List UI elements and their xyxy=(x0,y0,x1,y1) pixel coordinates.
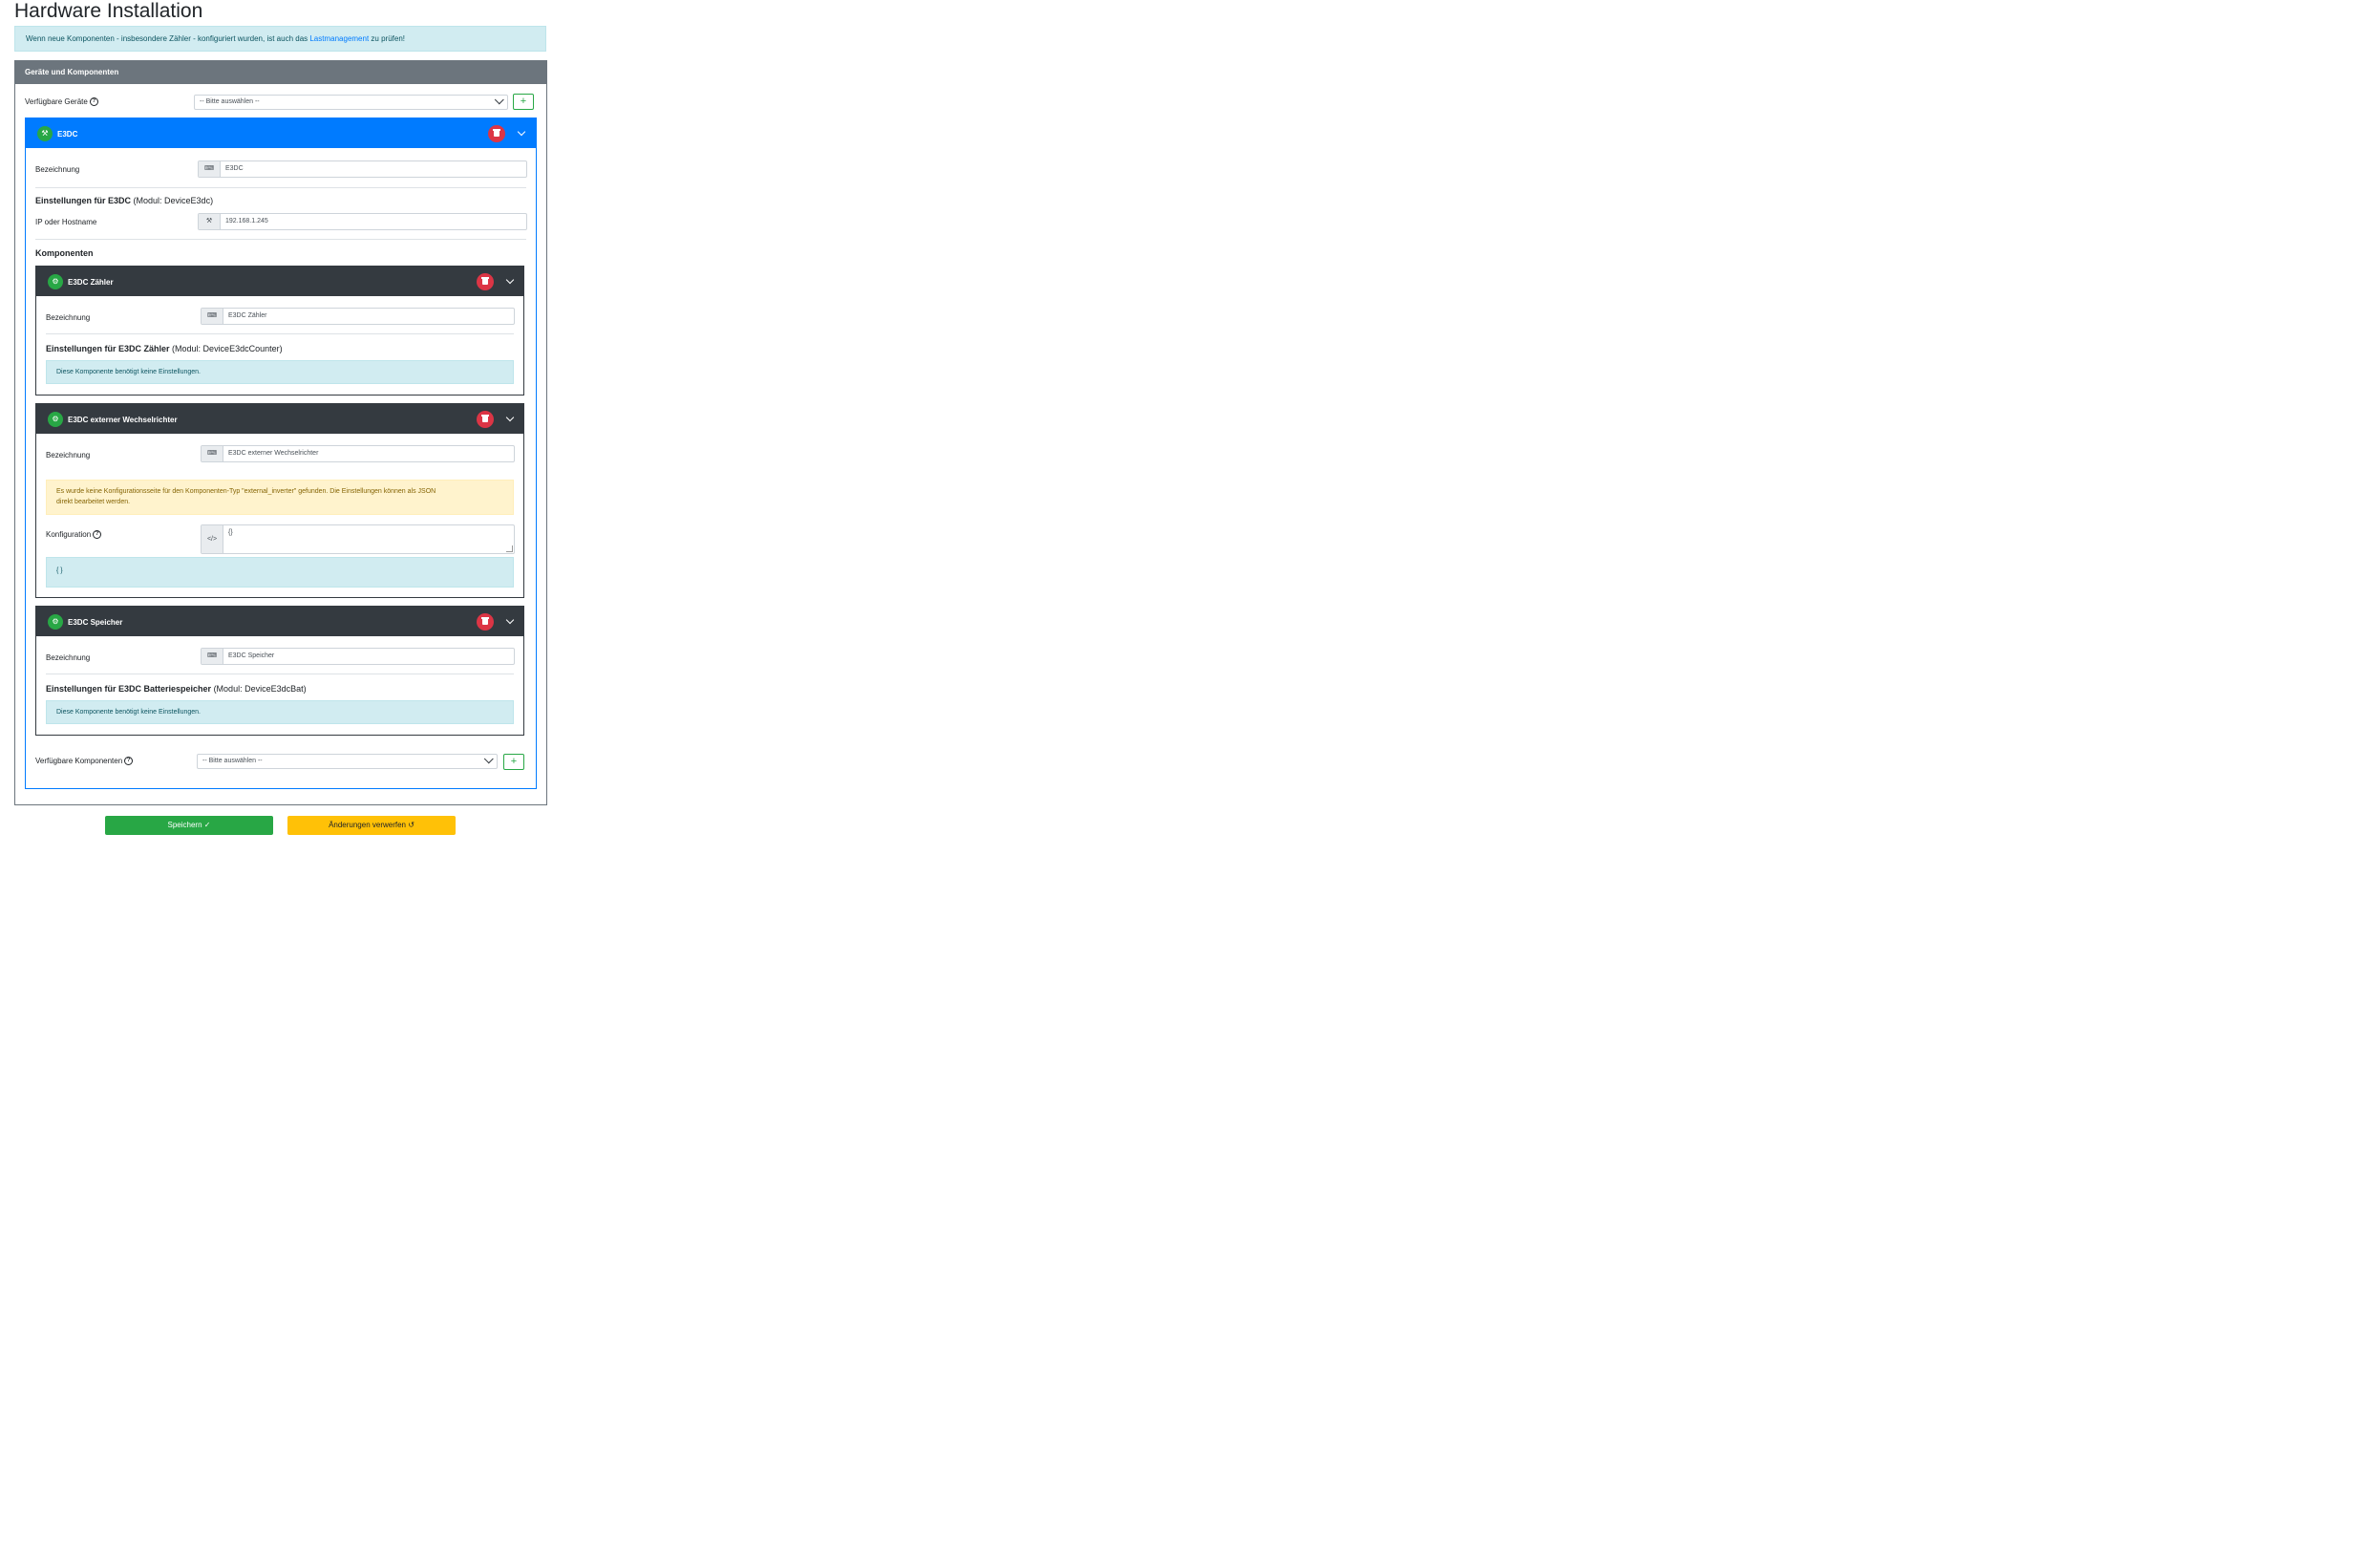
divider xyxy=(46,333,514,334)
lastmanagement-link[interactable]: Lastmanagement xyxy=(309,34,369,43)
available-devices-select[interactable]: -- Bitte auswählen -- xyxy=(194,95,508,110)
configuration-label: Konfiguration? xyxy=(46,530,102,540)
lastmanagement-info-banner: Wenn neue Komponenten - insbesondere Zäh… xyxy=(14,26,546,52)
chevron-down-icon[interactable] xyxy=(505,413,515,422)
network-icon: ⚒ xyxy=(199,214,221,229)
add-component-button[interactable]: + xyxy=(503,754,524,770)
delete-component-icon[interactable] xyxy=(477,273,494,290)
device-designation-label: Bezeichnung xyxy=(35,165,80,174)
chevron-down-icon[interactable] xyxy=(517,127,526,137)
component-designation-label: Bezeichnung xyxy=(46,653,91,662)
page-title: Hardware Installation xyxy=(14,0,203,22)
keyboard-icon: ⌨ xyxy=(202,446,223,461)
network-icon: ⚒ xyxy=(37,126,53,141)
banner-text-after: zu prüfen! xyxy=(369,34,405,43)
component-designation-label: Bezeichnung xyxy=(46,451,91,460)
components-title: Komponenten xyxy=(35,248,94,258)
no-settings-info: Diese Komponente benötigt keine Einstell… xyxy=(46,360,514,384)
component-title: E3DC Speicher xyxy=(68,618,123,627)
available-components-select[interactable]: -- Bitte auswählen -- xyxy=(197,754,498,769)
help-icon[interactable]: ? xyxy=(93,530,102,540)
component-designation-label: Bezeichnung xyxy=(46,313,91,322)
keyboard-icon: ⌨ xyxy=(199,161,221,177)
keyboard-icon: ⌨ xyxy=(202,649,223,664)
component-designation-input[interactable]: ⌨ E3DC Speicher xyxy=(201,648,515,665)
save-button[interactable]: Speichern ✓ xyxy=(105,816,273,835)
component-card-header[interactable]: ⚙ E3DC Speicher xyxy=(36,607,523,636)
help-icon[interactable]: ? xyxy=(124,757,134,766)
code-icon: </> xyxy=(202,525,223,553)
component-card-header[interactable]: ⚙ E3DC Zähler xyxy=(36,267,523,296)
device-settings-title: Einstellungen für E3DC (Modul: DeviceE3d… xyxy=(35,196,214,205)
divider xyxy=(35,187,526,188)
add-device-button[interactable]: + xyxy=(513,94,534,110)
help-icon[interactable]: ? xyxy=(89,97,98,107)
missing-config-page-warning: Es wurde keine Konfigurationsseite für d… xyxy=(46,480,514,515)
ip-hostname-label: IP oder Hostname xyxy=(35,218,97,226)
device-title: E3DC xyxy=(57,130,78,139)
discard-changes-button[interactable]: Änderungen verwerfen ↺ xyxy=(287,816,456,835)
component-settings-title: Einstellungen für E3DC Zähler (Modul: De… xyxy=(46,344,283,353)
component-designation-input[interactable]: ⌨ E3DC Zähler xyxy=(201,308,515,325)
resize-handle-icon[interactable] xyxy=(506,545,513,552)
available-components-label: Verfügbare Komponenten? xyxy=(35,757,134,766)
devices-components-header: Geräte und Komponenten xyxy=(15,61,546,84)
chevron-down-icon xyxy=(494,95,504,105)
divider xyxy=(35,239,526,240)
chevron-down-icon[interactable] xyxy=(505,275,515,285)
gear-icon: ⚙ xyxy=(48,274,63,289)
ip-hostname-input[interactable]: ⚒ 192.168.1.245 xyxy=(198,213,527,230)
component-designation-input[interactable]: ⌨ E3DC externer Wechselrichter xyxy=(201,445,515,462)
configuration-json-textarea[interactable]: </> {} xyxy=(201,524,515,554)
component-title: E3DC externer Wechselrichter xyxy=(68,416,178,424)
banner-text-before: Wenn neue Komponenten - insbesondere Zäh… xyxy=(26,34,310,43)
keyboard-icon: ⌨ xyxy=(202,309,223,324)
delete-device-icon[interactable] xyxy=(488,125,505,142)
component-settings-title: Einstellungen für E3DC Batteriespeicher … xyxy=(46,684,307,694)
available-devices-label: Verfügbare Geräte? xyxy=(25,97,98,107)
device-card-header[interactable]: ⚒ E3DC xyxy=(26,118,536,148)
component-title: E3DC Zähler xyxy=(68,278,114,287)
no-settings-info: Diese Komponente benötigt keine Einstell… xyxy=(46,700,514,724)
chevron-down-icon xyxy=(483,754,494,764)
delete-component-icon[interactable] xyxy=(477,411,494,428)
device-designation-input[interactable]: ⌨ E3DC xyxy=(198,160,527,178)
delete-component-icon[interactable] xyxy=(477,613,494,631)
gear-icon: ⚙ xyxy=(48,412,63,427)
component-card-header[interactable]: ⚙ E3DC externer Wechselrichter xyxy=(36,404,523,434)
config-json-preview: { } xyxy=(46,557,514,588)
chevron-down-icon[interactable] xyxy=(505,615,515,625)
gear-icon: ⚙ xyxy=(48,614,63,630)
